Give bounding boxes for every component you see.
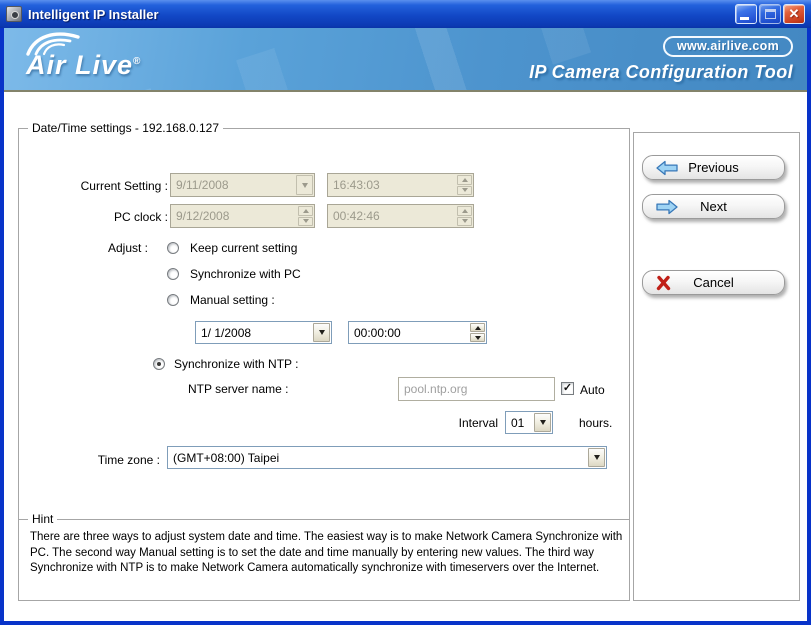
radio-manual-setting-label: Manual setting : <box>190 293 275 307</box>
spinner-buttons <box>457 206 472 226</box>
next-button[interactable]: Next <box>642 194 785 219</box>
check-icon: ✓ <box>563 382 572 394</box>
spin-up-icon[interactable] <box>470 323 485 332</box>
time-zone-value: (GMT+08:00) Taipei <box>168 447 587 468</box>
manual-time-value: 00:00:00 <box>349 322 469 343</box>
registered-mark: ® <box>133 56 141 67</box>
spin-down-icon[interactable] <box>470 333 485 342</box>
auto-checkbox[interactable]: ✓ <box>561 382 574 395</box>
app-window: Intelligent IP Installer ✕ Air Live® www… <box>0 0 811 625</box>
pc-date-value: 9/12/2008 <box>171 205 297 227</box>
radio-synchronize-with-ntp-label: Synchronize with NTP : <box>174 357 299 371</box>
pc-time-spinner: 00:42:46 <box>327 204 474 228</box>
spin-up-icon <box>457 175 472 185</box>
interval-value: 01 <box>506 412 533 433</box>
maximize-icon <box>765 9 776 19</box>
hint-text: There are three ways to adjust system da… <box>30 530 624 577</box>
cancel-button[interactable]: Cancel <box>642 270 785 295</box>
hint-separator <box>19 519 629 520</box>
interval-label: Interval <box>438 416 498 430</box>
hint-title: Hint <box>28 512 57 526</box>
interval-unit-label: hours. <box>579 416 612 430</box>
airlive-logo: Air Live® <box>22 30 222 90</box>
current-date-combobox: 9/11/2008 <box>170 173 315 197</box>
cancel-button-label: Cancel <box>643 271 784 295</box>
chevron-down-icon[interactable] <box>534 413 551 432</box>
header-banner: Air Live® www.airlive.com IP Camera Conf… <box>4 28 807 92</box>
adjust-label: Adjust : <box>44 241 148 255</box>
close-icon: ✕ <box>784 6 804 22</box>
chevron-down-icon <box>296 175 313 195</box>
app-icon <box>6 6 22 22</box>
current-date-value: 9/11/2008 <box>171 174 295 196</box>
previous-button[interactable]: Previous <box>642 155 785 180</box>
spin-down-icon <box>298 217 313 227</box>
pc-clock-label: PC clock : <box>44 210 168 224</box>
current-time-value: 16:43:03 <box>328 174 456 196</box>
spin-up-icon <box>298 206 313 216</box>
pc-time-value: 00:42:46 <box>328 205 456 227</box>
time-zone-label: Time zone : <box>60 453 160 467</box>
radio-synchronize-with-pc-label: Synchronize with PC <box>190 267 301 281</box>
datetime-group-title: Date/Time settings - 192.168.0.127 <box>28 121 223 135</box>
current-setting-label: Current Setting : <box>44 179 168 193</box>
radio-manual-setting[interactable] <box>167 294 179 306</box>
spinner-buttons <box>457 175 472 195</box>
product-title: IP Camera Configuration Tool <box>529 62 793 83</box>
minimize-button[interactable] <box>735 4 757 24</box>
chevron-down-icon[interactable] <box>588 448 605 467</box>
logo-text: Air Live® <box>26 50 141 81</box>
close-button[interactable]: ✕ <box>783 4 805 24</box>
window-title: Intelligent IP Installer <box>28 7 733 22</box>
ntp-server-input[interactable] <box>398 377 555 401</box>
maximize-button[interactable] <box>759 4 781 24</box>
spinner-buttons <box>298 206 313 226</box>
radio-synchronize-with-pc[interactable] <box>167 268 179 280</box>
radio-keep-current-setting-label: Keep current setting <box>190 241 297 255</box>
manual-date-combobox[interactable]: 1/ 1/2008 <box>195 321 332 344</box>
radio-keep-current-setting[interactable] <box>167 242 179 254</box>
next-button-label: Next <box>643 195 784 219</box>
spin-up-icon <box>457 206 472 216</box>
manual-time-spinner[interactable]: 00:00:00 <box>348 321 487 344</box>
chevron-down-icon[interactable] <box>313 323 330 342</box>
titlebar: Intelligent IP Installer ✕ <box>0 0 811 28</box>
spin-down-icon <box>457 217 472 227</box>
spin-down-icon <box>457 186 472 196</box>
ntp-server-name-label: NTP server name : <box>188 382 288 396</box>
previous-button-label: Previous <box>643 156 784 180</box>
spinner-buttons[interactable] <box>470 323 485 342</box>
auto-checkbox-label: Auto <box>580 383 605 397</box>
main-content: Date/Time settings - 192.168.0.127 Curre… <box>4 92 807 621</box>
interval-combobox[interactable]: 01 <box>505 411 553 434</box>
pc-date-spinner: 9/12/2008 <box>170 204 315 228</box>
website-badge[interactable]: www.airlive.com <box>663 36 793 57</box>
minimize-icon <box>740 17 749 20</box>
time-zone-combobox[interactable]: (GMT+08:00) Taipei <box>167 446 607 469</box>
current-time-spinner: 16:43:03 <box>327 173 474 197</box>
manual-date-value: 1/ 1/2008 <box>196 322 312 343</box>
radio-synchronize-with-ntp[interactable] <box>153 358 165 370</box>
